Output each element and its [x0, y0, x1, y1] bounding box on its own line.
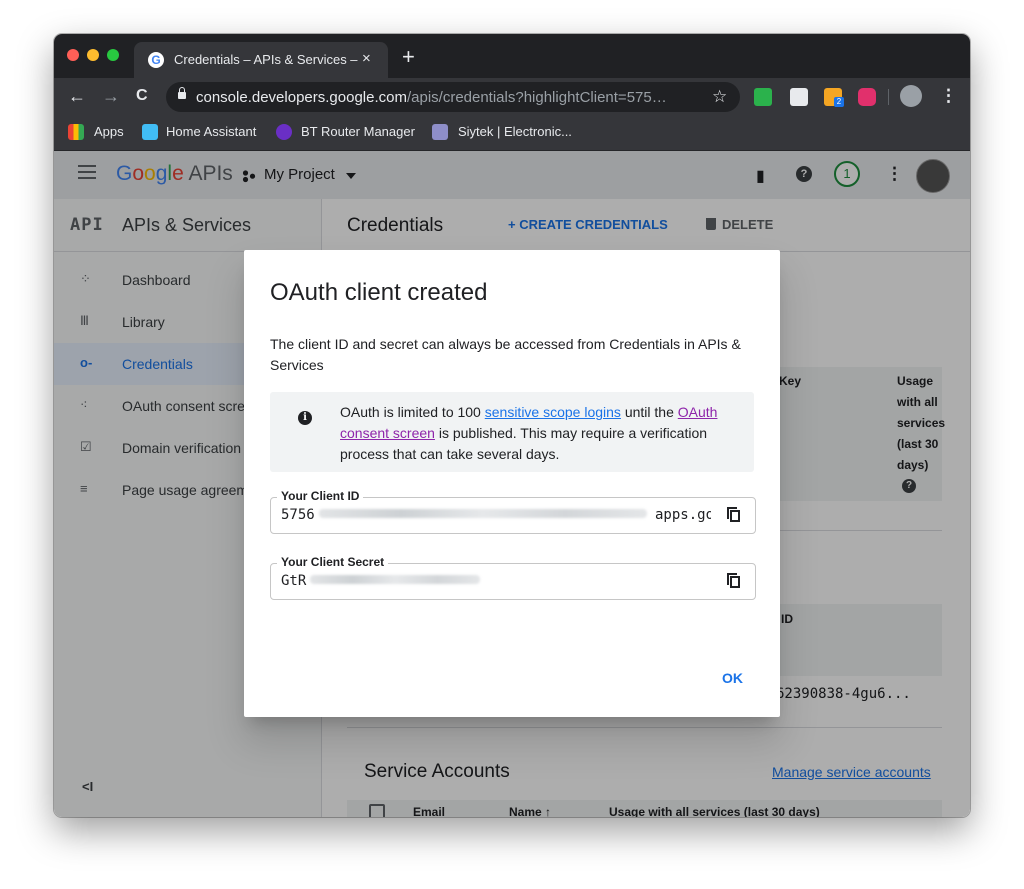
browser-tab[interactable]: G Credentials – APIs & Services – × [134, 42, 388, 78]
profile-avatar[interactable] [900, 85, 922, 107]
info-icon: i [298, 411, 312, 425]
client-id-field[interactable]: Your Client ID 5756 apps.go [270, 488, 756, 534]
new-tab-button[interactable]: + [402, 46, 415, 68]
apps-grid-icon [68, 124, 84, 140]
rss-badge: 2 [834, 97, 844, 107]
client-secret-label: Your Client Secret [277, 554, 389, 570]
ok-button[interactable]: OK [722, 669, 743, 687]
client-id-value[interactable]: 5756 [281, 507, 647, 523]
url-text: console.developers.google.com/apis/crede… [196, 89, 696, 106]
bt-router-icon [276, 124, 292, 140]
oauth-client-created-dialog: OAuth client created The client ID and s… [244, 250, 780, 717]
client-id-prefix: 5756 [281, 507, 315, 523]
url-host: console.developers.google.com [196, 89, 407, 106]
instagram-icon[interactable] [858, 88, 876, 106]
browser-window: G Credentials – APIs & Services – × + ← … [54, 34, 970, 817]
info-text-part: OAuth is limited to 100 [340, 404, 485, 420]
client-secret-field[interactable]: Your Client Secret GtR [270, 554, 756, 600]
redacted-text [318, 509, 647, 518]
back-button[interactable]: ← [68, 86, 86, 106]
home-assistant-icon [142, 124, 158, 140]
url-path: /apis/credentials?highlightClient=575… [406, 89, 667, 106]
browser-menu-icon[interactable]: ⋮ [940, 86, 957, 106]
tab-close-icon[interactable]: × [362, 50, 371, 68]
info-text-part: until the [620, 404, 678, 420]
bookmark-home-assistant[interactable]: Home Assistant [166, 124, 256, 140]
dialog-title: OAuth client created [270, 279, 488, 306]
reload-button[interactable]: C [136, 86, 148, 106]
info-callout: i OAuth is limited to 100 sensitive scop… [270, 392, 754, 472]
client-secret-value[interactable]: GtR [281, 573, 481, 589]
tab-title: Credentials – APIs & Services – [174, 52, 358, 67]
tab-strip: G Credentials – APIs & Services – × + [54, 34, 970, 78]
browser-toolbar: ← → C console.developers.google.com/apis… [54, 78, 970, 116]
camera-icon[interactable] [790, 88, 808, 106]
address-bar[interactable]: console.developers.google.com/apis/crede… [166, 82, 740, 112]
bookmark-siytek[interactable]: Siytek | Electronic... [458, 124, 572, 140]
page: Google APIs My Project ▮ ? 1 ⋮ API APIs … [54, 151, 970, 817]
feedly-icon[interactable] [754, 88, 772, 106]
client-secret-prefix: GtR [281, 573, 307, 589]
dialog-description: The client ID and secret can always be a… [270, 336, 741, 373]
copy-icon[interactable] [727, 507, 740, 522]
lock-icon [178, 87, 186, 99]
redacted-text [310, 575, 481, 584]
bookmarks-bar: Apps Home Assistant BT Router Manager Si… [54, 116, 970, 151]
copy-icon[interactable] [727, 573, 740, 588]
client-id-label: Your Client ID [277, 488, 364, 504]
client-id-suffix: apps.go [655, 507, 711, 523]
bookmark-star-icon[interactable]: ☆ [712, 87, 727, 107]
close-window-button[interactable] [67, 49, 79, 61]
bookmark-apps[interactable]: Apps [94, 124, 124, 140]
bookmark-bt-router[interactable]: BT Router Manager [301, 124, 415, 140]
siytek-icon [432, 124, 448, 140]
info-text: OAuth is limited to 100 sensitive scope … [340, 402, 736, 465]
minimize-window-button[interactable] [87, 49, 99, 61]
maximize-window-button[interactable] [107, 49, 119, 61]
forward-button[interactable]: → [102, 86, 120, 106]
toolbar-divider [888, 89, 889, 105]
google-favicon-icon: G [148, 52, 164, 68]
rss-icon[interactable]: 2 [824, 88, 844, 107]
sensitive-scope-logins-link[interactable]: sensitive scope logins [485, 404, 621, 420]
